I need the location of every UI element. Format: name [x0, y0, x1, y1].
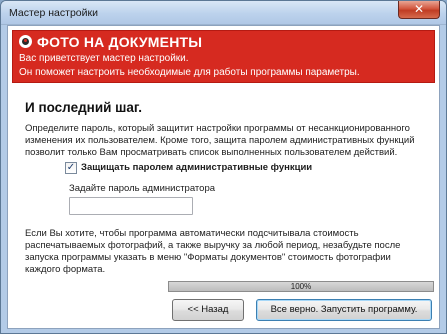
admin-password-label: Задайте пароль администратора [69, 183, 216, 194]
protect-admin-label[interactable]: Защищать паролем административные функци… [81, 162, 312, 173]
window-title: Мастер настройки [9, 7, 98, 19]
launch-program-button[interactable]: Все верно. Запустить программу. [256, 299, 432, 321]
back-button[interactable]: << Назад [172, 299, 244, 321]
wizard-window: Мастер настройки ✕ ФОТО НА ДОКУМЕНТЫ Вас… [0, 0, 447, 334]
wizard-content: ФОТО НА ДОКУМЕНТЫ Вас приветствует масте… [7, 25, 440, 329]
banner-welcome-text: Вас приветствует мастер настройки. [19, 53, 189, 64]
step-description: Определите пароль, который защитит настр… [25, 123, 415, 158]
close-button[interactable]: ✕ [398, 1, 440, 19]
checkmark-icon: ✓ [66, 162, 76, 173]
progress-label: 100% [290, 282, 312, 291]
progress-bar: 100% [168, 281, 434, 292]
camera-lens-icon [19, 35, 32, 48]
close-icon: ✕ [413, 2, 425, 16]
banner-title: ФОТО НА ДОКУМЕНТЫ [37, 34, 203, 50]
admin-password-input[interactable] [69, 197, 193, 215]
banner-subtitle-text: Он поможет настроить необходимые для раб… [19, 67, 360, 78]
pricing-info-text: Если Вы хотите, чтобы программа автомати… [25, 228, 401, 275]
title-bar[interactable]: Мастер настройки ✕ [1, 1, 446, 25]
step-heading: И последний шаг. [25, 100, 142, 115]
header-banner: ФОТО НА ДОКУМЕНТЫ Вас приветствует масте… [12, 30, 435, 83]
protect-admin-checkbox[interactable]: ✓ [65, 162, 77, 174]
